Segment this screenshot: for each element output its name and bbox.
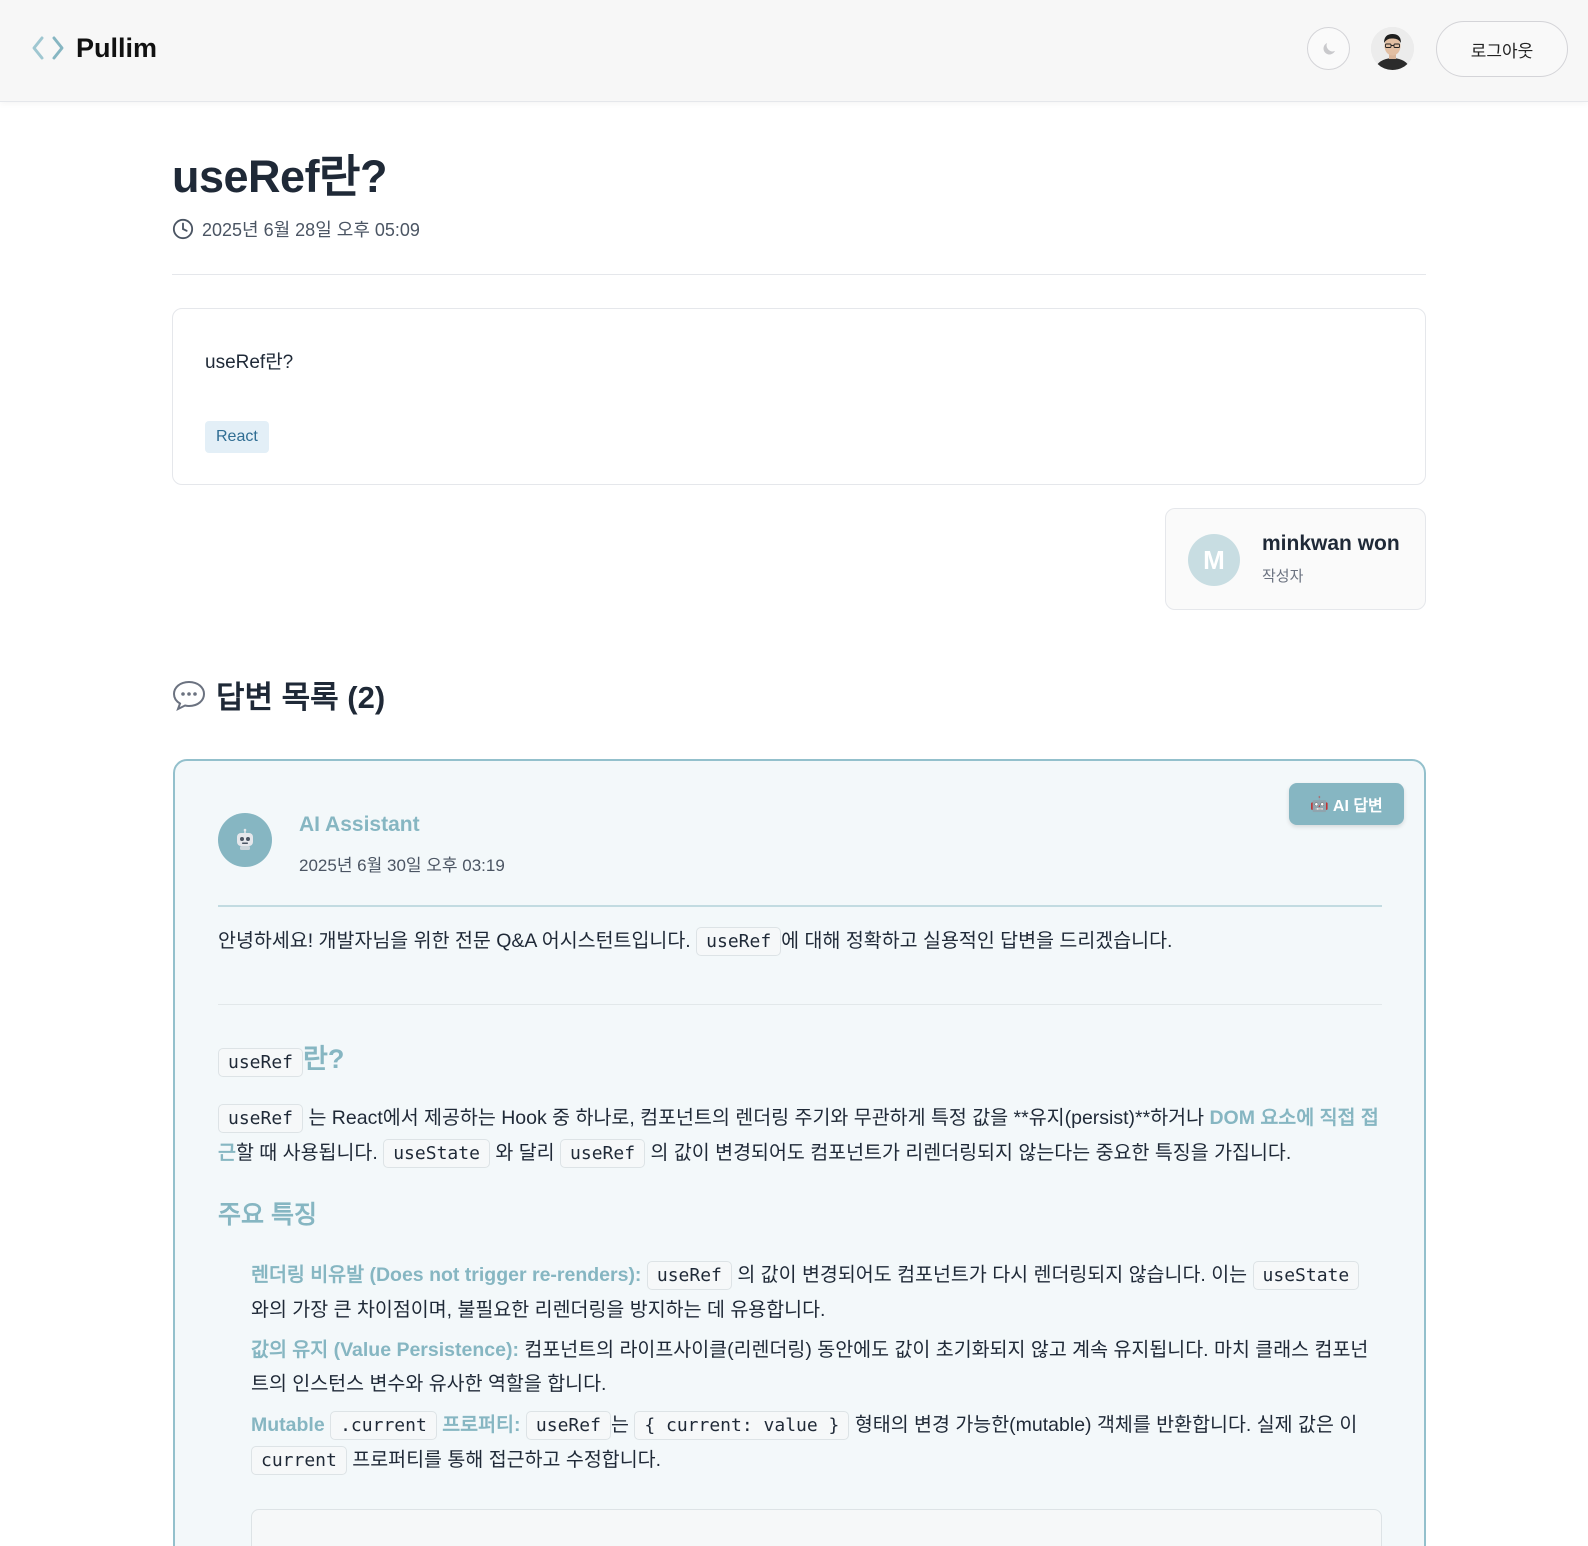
author-card: M minkwan won 작성자 — [1165, 508, 1426, 610]
list-item-text: 형태의 변경 가능한(mutable) 객체를 반환합니다. 실제 값은 이 — [854, 1414, 1358, 1436]
list-item-text: 프로퍼티를 통해 접근하고 수정합니다. — [352, 1449, 661, 1471]
clock-icon — [172, 218, 194, 240]
list-item-label: Mutable — [251, 1414, 325, 1436]
list-item: 값의 유지 (Value Persistence): 컴포넌트의 라이프사이클(… — [251, 1333, 1382, 1401]
list-item-label: 값의 유지 (Value Persistence): — [251, 1339, 519, 1361]
logo[interactable]: Pullim — [32, 30, 157, 66]
author-avatar: M — [1188, 534, 1240, 586]
moon-icon — [1322, 42, 1335, 55]
answer-heading-h2: useRef 란? — [218, 1037, 1382, 1085]
user-avatar[interactable] — [1371, 27, 1414, 70]
answer-paragraph: useRef 는 React에서 제공하는 Hook 중 하나로, 컴포넌트의 … — [218, 1101, 1382, 1171]
inline-code: .current — [330, 1411, 437, 1440]
inline-code: useRef — [696, 927, 782, 956]
question-card: useRef란? React — [172, 308, 1426, 485]
divider — [218, 905, 1382, 907]
ai-answer-card: 🤖 AI 답변 AI Assistant 2025년 6월 30일 오후 03:… — [173, 759, 1426, 1546]
paragraph-text: 는 React에서 제공하는 Hook 중 하나로, 컴포넌트의 렌더링 주기와… — [308, 1107, 1205, 1129]
inline-code: useRef — [560, 1139, 646, 1168]
inline-code: useRef — [218, 1048, 304, 1077]
post-date-row: 2025년 6월 28일 오후 05:09 — [172, 216, 420, 242]
theme-toggle-button[interactable] — [1307, 27, 1350, 70]
heading-text: 란? — [303, 1044, 345, 1074]
list-item-label: 프로퍼티: — [442, 1414, 521, 1436]
logout-button[interactable]: 로그아웃 — [1436, 21, 1568, 77]
answers-heading-text: 답변 목록 (2) — [216, 680, 386, 715]
robot-icon: 🤖 — [1310, 796, 1329, 813]
inline-code: useRef — [646, 1261, 732, 1290]
divider — [218, 1004, 1382, 1005]
ai-badge-label: AI 답변 — [1332, 798, 1383, 815]
list-item-label: 렌더링 비유발 (Does not trigger re-renders): — [251, 1264, 642, 1286]
answer-heading-h3: 주요 특징 — [218, 1193, 1382, 1239]
intro-text: 에 대해 정확하고 실용적인 답변을 드리겠습니다. — [781, 930, 1173, 952]
speech-bubble-icon — [172, 680, 206, 711]
page-title: useRef란? — [172, 151, 387, 202]
ai-avatar — [218, 813, 272, 867]
code-brackets-icon — [32, 36, 64, 60]
list-item-text: 와의 가장 큰 차이점이며, 불필요한 리렌더링을 방지하는 데 유용합니다. — [251, 1299, 826, 1321]
code-block — [251, 1509, 1382, 1546]
question-body: useRef란? — [205, 352, 294, 373]
paragraph-text: 와 달리 — [495, 1142, 555, 1164]
heading-text: 주요 특징 — [218, 1201, 317, 1229]
list-item-text: 의 값이 변경되어도 컴포넌트가 다시 렌더링되지 않습니다. 이는 — [737, 1264, 1248, 1286]
ai-author-name: AI Assistant — [299, 813, 420, 836]
post-date: 2025년 6월 28일 오후 05:09 — [202, 220, 420, 240]
list-item: Mutable .current 프로퍼티: useRef 는 { current… — [251, 1408, 1382, 1478]
inline-code: useRef — [218, 1104, 304, 1133]
tag-react[interactable]: React — [205, 421, 269, 453]
author-role: 작성자 — [1262, 568, 1304, 585]
answers-heading: 답변 목록 (2) — [172, 672, 385, 717]
user-photo-icon — [1371, 27, 1414, 70]
top-nav: Pullim 로그아웃 — [0, 0, 1588, 102]
author-name: minkwan won — [1262, 532, 1400, 555]
inline-code: { current: value } — [634, 1411, 850, 1440]
list-item-text: 는 — [610, 1414, 629, 1436]
paragraph-text: 의 값이 변경되어도 컴포넌트가 리렌더링되지 않는다는 중요한 특징을 가집니… — [650, 1142, 1292, 1164]
inline-code: useRef — [525, 1411, 611, 1440]
ai-answer-badge: 🤖 AI 답변 — [1289, 783, 1404, 825]
robot-icon — [237, 828, 253, 850]
brand-name: Pullim — [76, 32, 158, 63]
ai-answer-date: 2025년 6월 30일 오후 03:19 — [299, 856, 505, 875]
answer-intro: 안녕하세요! 개발자님을 위한 전문 Q&A 어시스턴트입니다. useRef 에… — [218, 924, 1382, 959]
inline-code: current — [251, 1446, 347, 1475]
divider — [172, 274, 1426, 275]
inline-code: useState — [1252, 1261, 1360, 1290]
inline-code: useState — [383, 1139, 490, 1168]
list-item: 렌더링 비유발 (Does not trigger re-renders): u… — [251, 1258, 1382, 1327]
intro-text: 안녕하세요! 개발자님을 위한 전문 Q&A 어시스턴트입니다. — [218, 930, 691, 952]
paragraph-text: 할 때 사용됩니다. — [235, 1142, 378, 1164]
